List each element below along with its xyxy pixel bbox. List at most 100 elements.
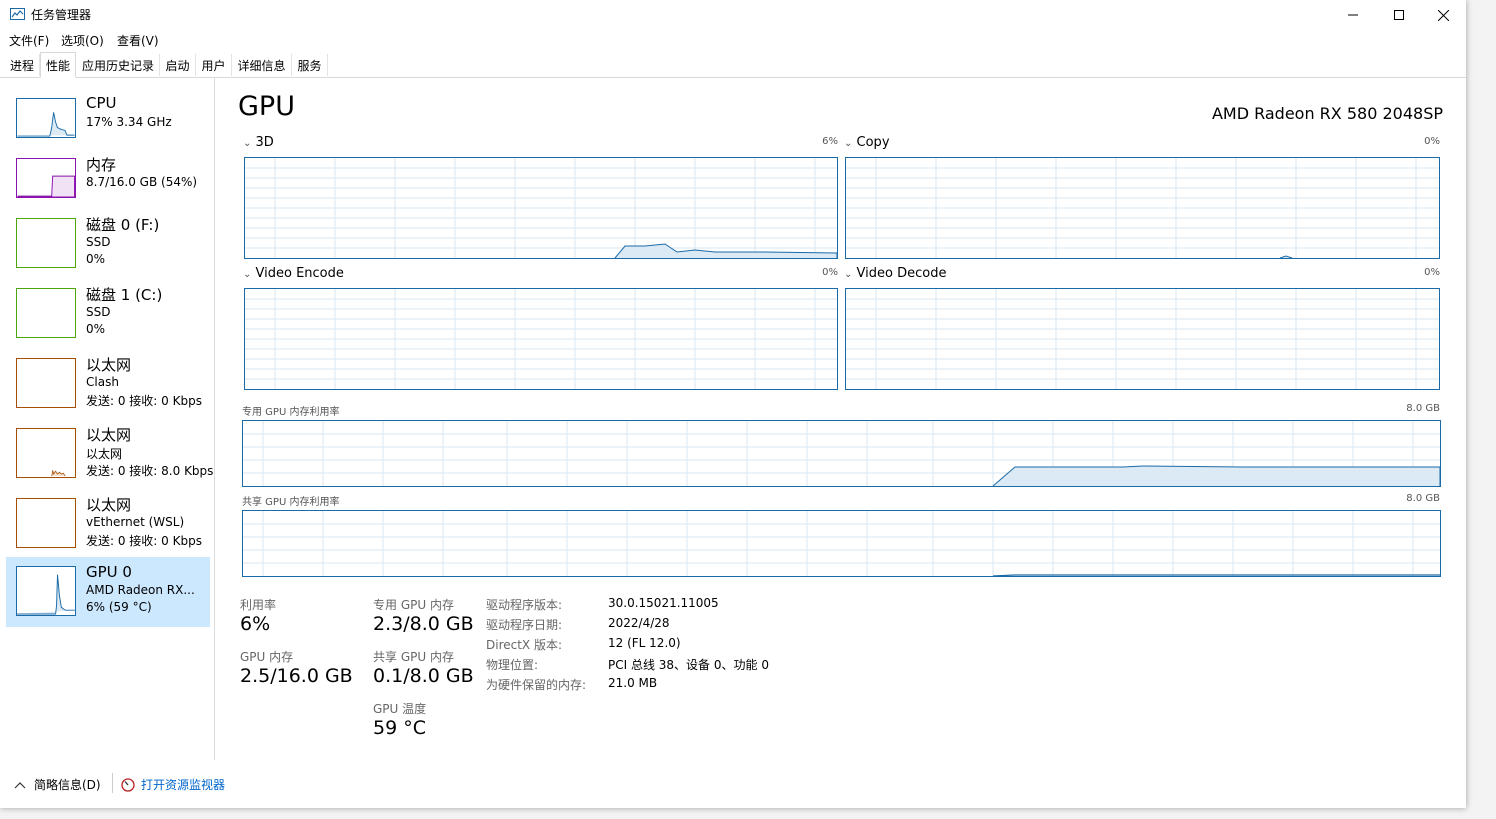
driver-version-value: 30.0.15021.11005 [608,596,719,610]
engine-copy-graph [845,157,1440,259]
sidebar-item-detail: Clash [86,375,119,389]
resource-sidebar: CPU 17% 3.34 GHz 内存 8.7/16.0 GB (54%) 磁盘… [0,78,215,760]
hardware-reserved-memory-label: 为硬件保留的内存: [486,678,587,692]
shared-gpu-memory-value: 0.1/8.0 GB [373,665,474,687]
menu-options[interactable]: 选项(O) [61,32,104,49]
sidebar-item-value: 发送: 0 接收: 0 Kbps [86,534,202,548]
minimize-icon [1348,14,1358,16]
sidebar-item-value: 0% [86,322,106,336]
sidebar-item-name: 磁盘 0 (F:) [86,216,160,234]
sidebar-item-ethernet-wsl[interactable]: 以太网 vEthernet (WSL) 发送: 0 接收: 0 Kbps [6,493,210,563]
engine-video-encode-pct: 0% [822,267,838,278]
dedicated-memory-label: 专用 GPU 内存利用率 [242,407,340,418]
menu-file[interactable]: 文件(F) [9,32,49,49]
maximize-button[interactable] [1376,0,1422,30]
ethernet-wsl-thumbnail-graph [16,498,76,548]
sidebar-item-ethernet[interactable]: 以太网 以太网 发送: 0 接收: 8.0 Kbps [6,423,213,493]
sidebar-item-detail: SSD [86,305,111,319]
engine-video-encode-graph [244,288,838,390]
open-resource-monitor-label: 打开资源监视器 [141,778,226,792]
dedicated-gpu-memory-label: 专用 GPU 内存 [373,598,454,612]
utilization-label: 利用率 [240,598,277,612]
sidebar-item-name: 以太网 [86,426,132,444]
tab-services[interactable]: 服务 [292,54,328,76]
chevron-up-icon [14,781,26,788]
engine-video-decode-pct: 0% [1424,267,1440,278]
directx-version-value: 12 (FL 12.0) [608,636,681,650]
dedicated-memory-graph [242,420,1441,487]
driver-date-value: 2022/4/28 [608,616,670,630]
dedicated-memory-max: 8.0 GB [1406,403,1440,414]
shared-gpu-memory-label: 共享 GPU 内存 [373,650,454,664]
sidebar-item-disk-1[interactable]: 磁盘 1 (C:) SSD 0% [6,283,210,353]
fewer-details-button[interactable]: 简略信息(D) [14,776,101,793]
task-manager-window: 任务管理器 文件(F) 选项(O) 查看(V) 进程 性能 应用历史记录 启动 … [0,0,1466,808]
disk-1-thumbnail-graph [16,288,76,338]
tab-performance[interactable]: 性能 [40,52,76,78]
sidebar-item-detail: AMD Radeon RX... [86,583,195,597]
engine-3d-pct: 6% [822,136,838,147]
sidebar-item-value: 0% [86,252,106,266]
sidebar-item-name: 内存 [86,156,117,174]
physical-location-label: 物理位置: [486,658,539,672]
memory-thumbnail-graph [16,158,76,198]
shared-memory-label: 共享 GPU 内存利用率 [242,497,340,508]
gpu-memory-value: 2.5/16.0 GB [240,665,353,687]
sidebar-item-detail: 以太网 [86,447,123,461]
close-icon [1437,9,1449,21]
tab-users[interactable]: 用户 [196,54,232,76]
engine-copy-label[interactable]: ⌄ Copy [844,135,890,150]
sidebar-item-ethernet-clash[interactable]: 以太网 Clash 发送: 0 接收: 0 Kbps [6,353,210,423]
tab-app-history[interactable]: 应用历史记录 [77,54,160,76]
engine-video-encode-label[interactable]: ⌄ Video Encode [243,266,344,281]
engine-copy-pct: 0% [1424,136,1440,147]
task-manager-app-icon [10,8,25,20]
sidebar-item-gpu-0[interactable]: GPU 0 AMD Radeon RX... 6% (59 °C) [6,557,210,627]
tab-processes[interactable]: 进程 [5,54,40,76]
menu-bar: 文件(F) 选项(O) 查看(V) [0,30,1466,50]
gpu-heading: GPU [238,91,295,122]
engine-3d-name: 3D [255,135,274,150]
engine-video-decode-graph [845,288,1440,390]
engine-copy-name: Copy [856,135,890,150]
fewer-details-label: 简略信息(D) [34,778,101,792]
minimize-button[interactable] [1330,0,1376,30]
sidebar-item-name: CPU [86,94,117,112]
ethernet-clash-thumbnail-graph [16,358,76,408]
gpu-memory-label: GPU 内存 [240,650,294,664]
window-title: 任务管理器 [31,8,92,22]
engine-3d-label[interactable]: ⌄ 3D [243,135,274,150]
chevron-down-icon: ⌄ [243,138,252,149]
close-button[interactable] [1420,0,1466,30]
driver-version-label: 驱动程序版本: [486,598,563,612]
footer-bar: 简略信息(D) 打开资源监视器 [0,770,1466,800]
resource-monitor-icon [121,777,135,792]
sidebar-item-detail: vEthernet (WSL) [86,515,185,529]
gpu-model-name: AMD Radeon RX 580 2048SP [1211,104,1443,123]
hardware-reserved-memory-value: 21.0 MB [608,676,658,690]
physical-location-value: PCI 总线 38、设备 0、功能 0 [608,658,769,672]
open-resource-monitor-link[interactable]: 打开资源监视器 [121,776,225,793]
engine-video-decode-label[interactable]: ⌄ Video Decode [844,266,946,281]
shared-memory-max: 8.0 GB [1406,493,1440,504]
sidebar-item-name: 以太网 [86,496,132,514]
tab-bar: 进程 性能 应用历史记录 启动 用户 详细信息 服务 [0,52,1466,78]
tab-details[interactable]: 详细信息 [232,54,292,76]
engine-3d-graph [244,157,838,259]
driver-date-label: 驱动程序日期: [486,618,563,632]
ethernet-thumbnail-graph [16,428,76,478]
sidebar-item-value: 发送: 0 接收: 0 Kbps [86,394,202,408]
tab-startup[interactable]: 启动 [160,54,196,76]
gpu-0-thumbnail-graph [16,566,76,616]
menu-view[interactable]: 查看(V) [117,32,159,49]
disk-0-thumbnail-graph [16,218,76,268]
sidebar-item-name: 磁盘 1 (C:) [86,286,163,304]
chevron-down-icon: ⌄ [844,269,853,280]
footer-divider [112,773,113,793]
sidebar-item-detail: SSD [86,235,111,249]
sidebar-item-disk-0[interactable]: 磁盘 0 (F:) SSD 0% [6,213,210,283]
maximize-icon [1394,10,1404,20]
chevron-down-icon: ⌄ [243,269,252,280]
gpu-temperature-value: 59 °C [373,717,426,739]
chevron-down-icon: ⌄ [844,138,853,149]
